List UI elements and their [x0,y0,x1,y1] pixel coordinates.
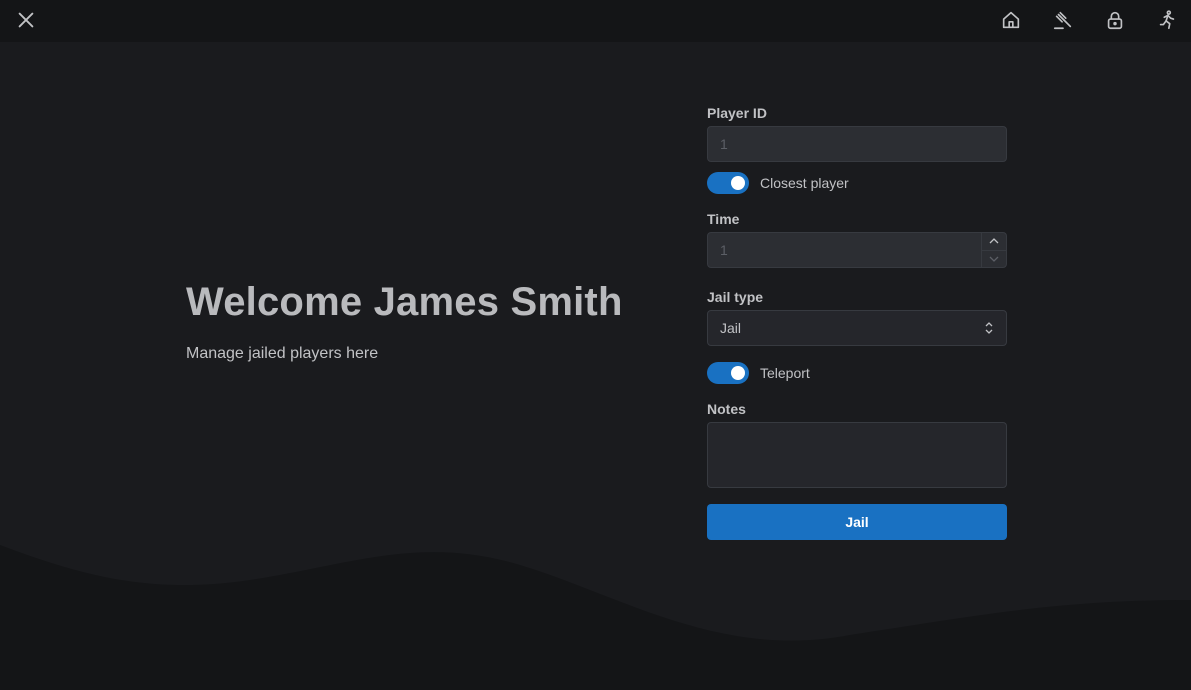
closest-player-label: Closest player [760,175,849,191]
lock-icon [1107,11,1123,30]
chevron-up-icon [989,238,999,244]
jail-type-label: Jail type [707,289,764,305]
close-icon [18,12,34,28]
top-bar [0,0,1191,42]
time-input[interactable]: 1 [707,232,1007,268]
player-id-placeholder: 1 [720,136,728,152]
gavel-icon [1053,11,1072,30]
toggle-knob [731,176,745,190]
welcome-subtitle: Manage jailed players here [186,345,379,362]
home-icon [1002,11,1020,29]
selector-chevrons-icon [985,322,993,334]
gavel-button[interactable] [1049,6,1077,34]
hero: Welcome James Smith Manage jailed player… [186,280,623,363]
decrement-button[interactable] [982,251,1006,268]
jail-button[interactable]: Jail [707,504,1007,540]
time-label: Time [707,211,740,227]
jail-type-select[interactable]: Jail [707,310,1007,346]
increment-button[interactable] [982,233,1006,251]
closest-player-toggle[interactable] [707,172,749,194]
notes-label: Notes [707,401,746,417]
teleport-label: Teleport [760,365,810,381]
closest-player-row: Closest player [707,172,1007,194]
welcome-title: Welcome James Smith [186,280,623,324]
player-id-input[interactable]: 1 [707,126,1007,162]
lock-button[interactable] [1101,6,1129,34]
jail-form: Player ID 1 Closest player Time 1 Jail t… [707,105,1007,540]
time-placeholder: 1 [720,242,728,258]
background-wave [0,545,1191,690]
time-stepper [981,233,1006,267]
running-person-button[interactable] [1153,6,1181,34]
home-button[interactable] [997,6,1025,34]
chevron-down-icon [989,256,999,262]
toggle-knob [731,366,745,380]
teleport-row: Teleport [707,362,1007,384]
teleport-toggle[interactable] [707,362,749,384]
player-id-label: Player ID [707,105,767,121]
running-person-icon [1159,10,1175,30]
close-button[interactable] [12,6,40,34]
notes-textarea[interactable] [707,422,1007,488]
jail-type-value: Jail [720,320,742,336]
